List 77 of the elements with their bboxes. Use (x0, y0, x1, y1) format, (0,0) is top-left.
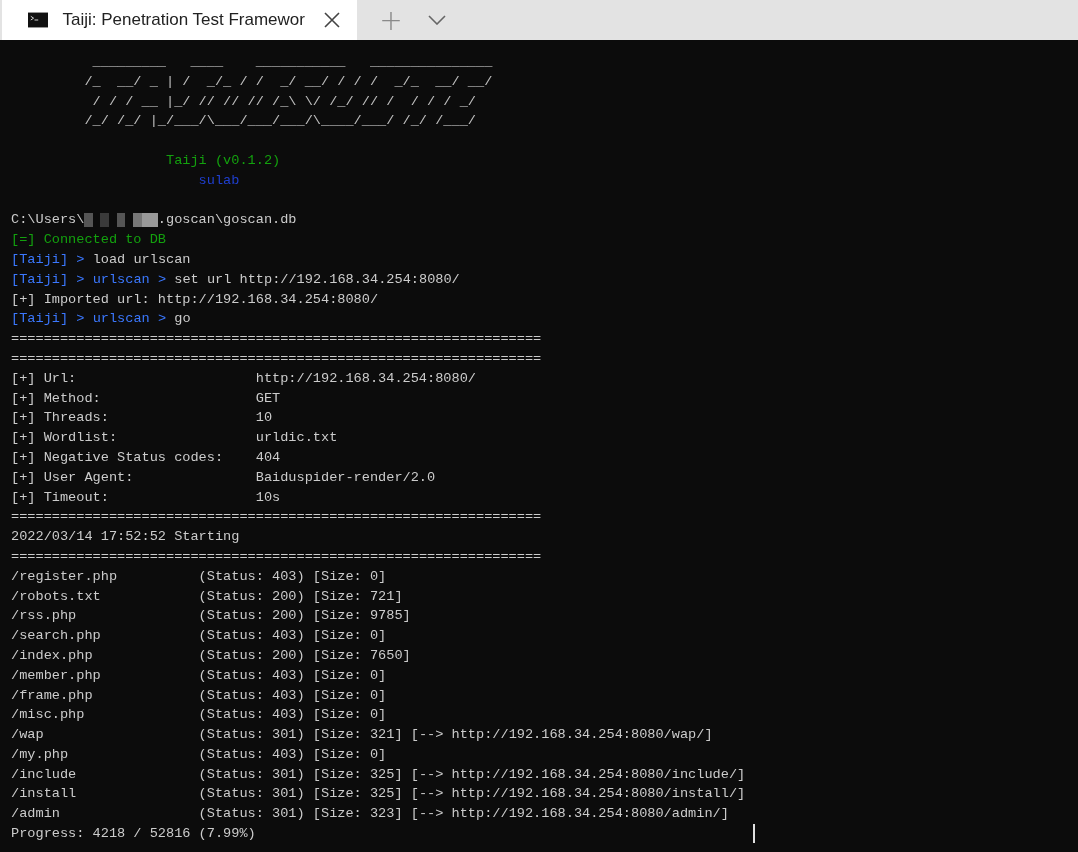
field-label: [+] Threads: (11, 409, 110, 428)
field-value: http://192.168.34.254:8080/ (255, 369, 476, 388)
output-text: 2022/03/14 17:52:52 Starting (11, 528, 240, 547)
result-redirect: [--> http://192.168.34.254:8080/install/] (410, 785, 746, 804)
output-text: [+] Imported url: http://192.168.34.254:8080/ (11, 290, 379, 309)
result-status: (Status: 200) [Size: 9785] (198, 607, 411, 626)
ascii-art-line: / / / __ |_/ // // // /_\ \/ /_/ // / / / / _/ (91, 92, 476, 111)
result-status: (Status: 301) [Size: 323] (198, 805, 403, 824)
result-path: /wap (11, 726, 45, 745)
result-status: (Status: 403) [Size: 0] (198, 666, 387, 685)
result-path: /frame.php (11, 686, 94, 705)
terminal-icon (28, 12, 49, 28)
text-cursor (753, 824, 756, 844)
separator-text: ================================================================= (11, 330, 542, 349)
version-text: Taiji (v0.1.2) (166, 152, 281, 170)
result-status: (Status: 403) [Size: 0] (198, 706, 387, 725)
ascii-art-line: /_ __/ _ | / _/_ / / _/ __/ / / / _/_ __/ __/ (83, 72, 493, 91)
tab[interactable]: Taiji: Penetration Test Framewor (2, 0, 357, 40)
field-label: [+] Wordlist: (11, 429, 119, 448)
status-text: [=] Connected to DB (11, 231, 166, 250)
separator-text: ================================================================= (11, 508, 542, 527)
progress-text: Progress: 4218 / 52816 (7.99%) (11, 825, 257, 844)
result-status: (Status: 403) [Size: 0] (198, 745, 387, 764)
field-label: [+] Timeout: (11, 488, 110, 507)
separator-text: ================================================================= (11, 547, 542, 566)
result-path: /my.php (11, 745, 70, 764)
field-value: urldic.txt (255, 429, 338, 448)
field-label: [+] Negative Status codes: (11, 448, 225, 467)
module-text: urlscan (92, 270, 150, 289)
field-label: [+] Method: (11, 389, 102, 408)
result-status: (Status: 301) [Size: 321] (198, 726, 403, 745)
result-path: /misc.php (11, 706, 86, 725)
result-status: (Status: 301) [Size: 325] (198, 785, 403, 804)
separator-text: ================================================================= (11, 349, 542, 368)
result-redirect: [--> http://192.168.34.254:8080/include/] (410, 765, 746, 784)
field-label: [+] User Agent: (11, 468, 135, 487)
result-path: /index.php (11, 646, 94, 665)
field-value: GET (255, 389, 281, 408)
field-value: 404 (255, 448, 281, 467)
result-path: /install (11, 785, 78, 804)
result-path: /register.php (11, 567, 119, 586)
ascii-art-line: /_/ /_/ |_/___/\___/___/___/\____/___/ /_/ /___/ (83, 112, 476, 131)
field-value: 10s (255, 488, 281, 507)
command-text: go (174, 310, 191, 329)
result-status: (Status: 403) [Size: 0] (198, 567, 387, 586)
result-path: /admin (11, 805, 61, 824)
path-text: .goscan\goscan.db (157, 211, 297, 230)
command-text: set url http://192.168.34.254:8080/ (174, 270, 460, 289)
field-value: 10 (255, 409, 273, 428)
prompt-chevron: > (76, 250, 85, 269)
prompt-chevron: > (76, 310, 85, 329)
result-status: (Status: 200) [Size: 721] (198, 587, 403, 606)
prompt-text: [Taiji] (11, 270, 69, 289)
command-text: load urlscan (92, 250, 191, 269)
field-label: [+] Url: (11, 369, 78, 388)
result-status: (Status: 301) [Size: 325] (198, 765, 403, 784)
result-path: /include (11, 765, 78, 784)
result-path: /robots.txt (11, 587, 102, 606)
result-status: (Status: 403) [Size: 0] (198, 627, 387, 646)
module-text: urlscan (92, 310, 150, 329)
result-redirect: [--> http://192.168.34.254:8080/wap/] (410, 726, 713, 745)
field-value: Baiduspider-render/2.0 (255, 468, 436, 487)
prompt-text: [Taiji] (11, 250, 69, 269)
result-path: /search.php (11, 627, 102, 646)
prompt-chevron: > (157, 270, 167, 289)
result-path: /member.php (11, 666, 102, 685)
prompt-chevron: > (157, 310, 167, 329)
author-text: sulab (198, 171, 240, 190)
ascii-art-line: _________ ____ ___________ _______________ (91, 53, 493, 71)
result-status: (Status: 403) [Size: 0] (198, 686, 387, 705)
result-status: (Status: 200) [Size: 7650] (198, 646, 411, 665)
result-redirect: [--> http://192.168.34.254:8080/admin/] (410, 805, 729, 824)
prompt-text: [Taiji] (11, 310, 69, 329)
path-text: C:\Users\ (11, 211, 85, 230)
result-path: /rss.php (11, 607, 78, 626)
chevron-down-icon[interactable] (428, 15, 446, 25)
prompt-chevron: > (76, 270, 85, 289)
